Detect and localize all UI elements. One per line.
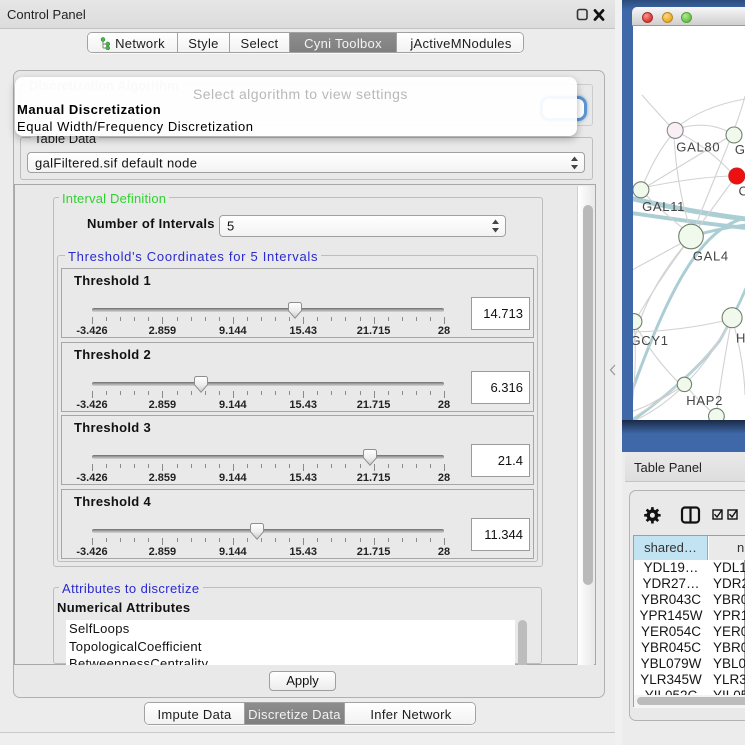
svg-text:HA: HA — [736, 331, 745, 346]
svg-text:GA: GA — [735, 142, 745, 157]
svg-text:HAP2: HAP2 — [686, 393, 723, 408]
svg-text:GAL80: GAL80 — [676, 140, 720, 155]
svg-text:GAL4: GAL4 — [693, 249, 729, 264]
svg-text:GCY1: GCY1 — [633, 333, 669, 348]
svg-text:GAL11: GAL11 — [642, 199, 685, 214]
svg-text:C: C — [739, 184, 745, 199]
